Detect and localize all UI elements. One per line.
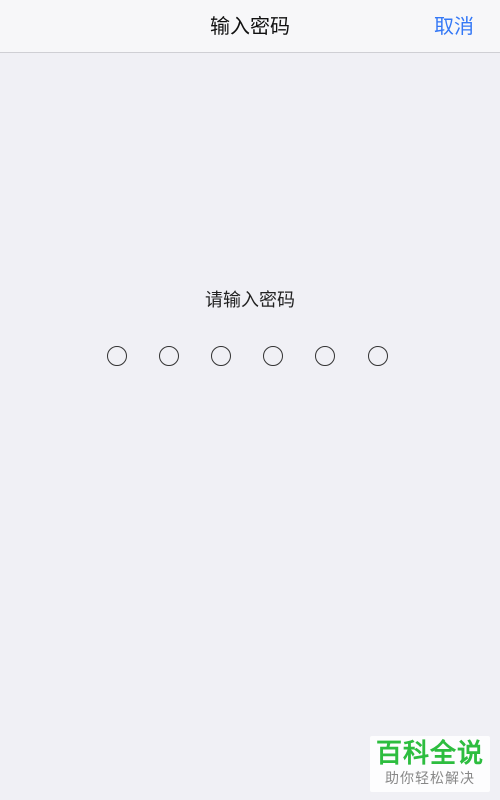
password-prompt: 请输入密码 <box>205 290 295 311</box>
watermark-subtitle: 助你轻松解决 <box>385 771 475 787</box>
password-screen: 输入密码 取消 请输入密码 百科全说 助你轻松解决 <box>0 0 500 800</box>
pin-dot-4 <box>263 346 283 366</box>
pin-dot-6 <box>368 346 388 366</box>
pin-dot-1 <box>107 346 127 366</box>
watermark-title: 百科全说 <box>375 739 484 769</box>
navigation-bar: 输入密码 取消 <box>0 0 500 53</box>
page-title: 输入密码 <box>210 14 290 38</box>
pin-dot-5 <box>315 346 335 366</box>
pin-dot-3 <box>211 346 231 366</box>
watermark-logo: 百科全说 助你轻松解决 <box>370 736 490 792</box>
pin-dot-2 <box>159 346 179 366</box>
pin-entry[interactable] <box>107 346 397 372</box>
cancel-button[interactable]: 取消 <box>434 0 474 53</box>
